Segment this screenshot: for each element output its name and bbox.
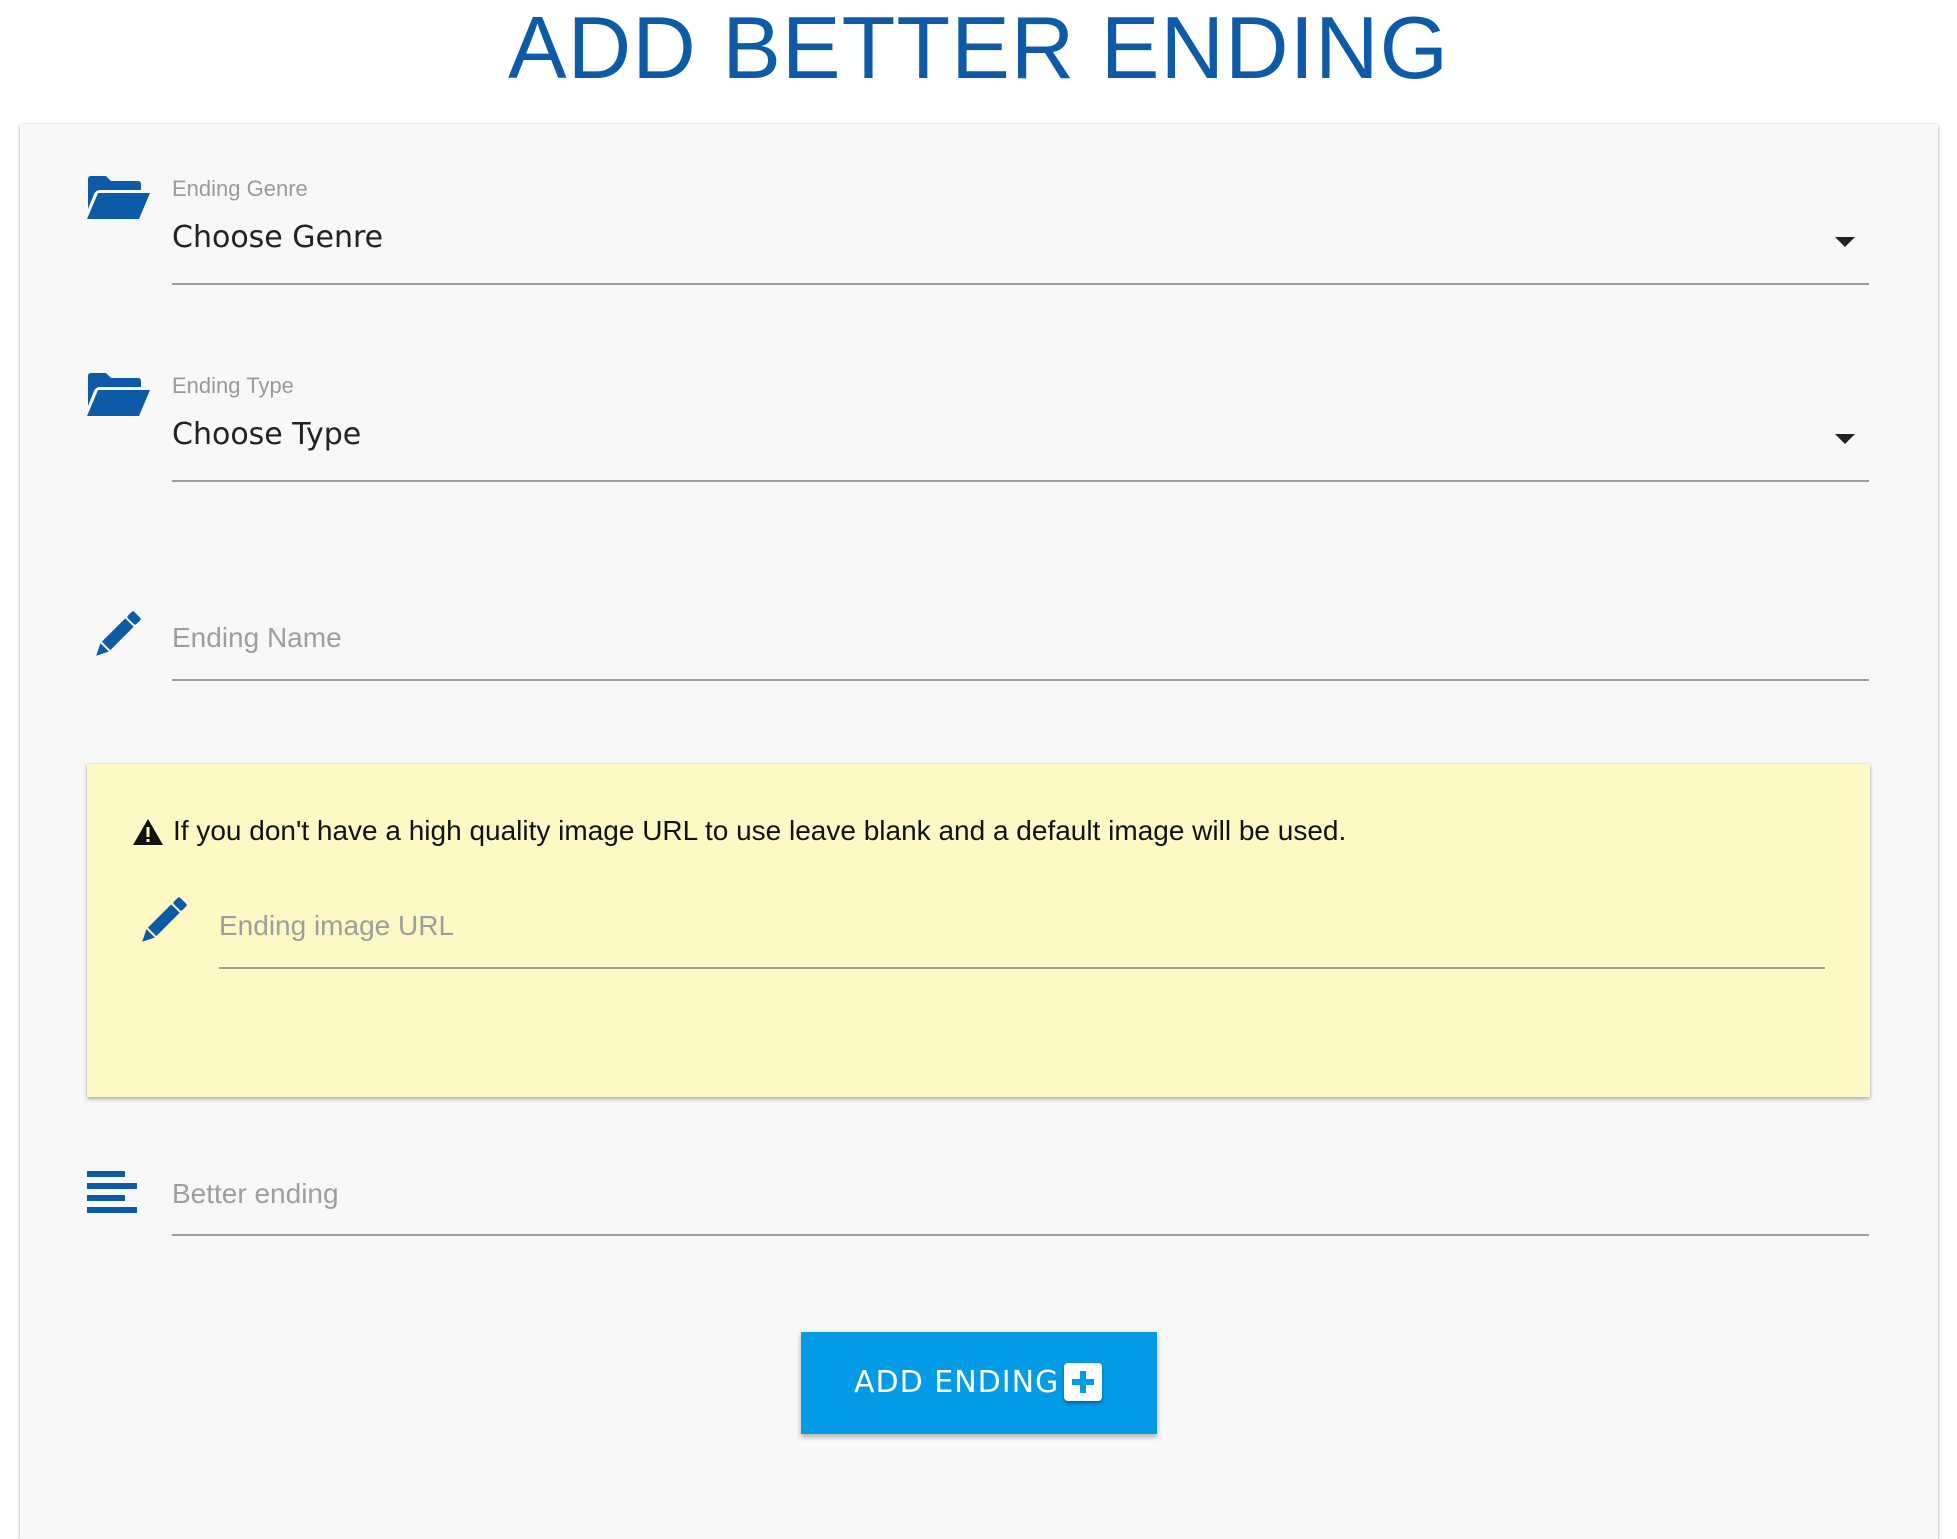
image-url-notice: If you don't have a high quality image U…	[87, 764, 1870, 1097]
folder-open-icon	[87, 373, 150, 416]
ending-name-input[interactable]: Ending Name	[172, 622, 342, 654]
add-ending-form-card: Ending Genre Choose Genre Ending Type Ch…	[20, 124, 1938, 1539]
type-underline	[172, 480, 1869, 482]
better-ending-underline	[172, 1234, 1869, 1236]
genre-dropdown-caret-icon[interactable]	[1835, 237, 1855, 247]
genre-selected-value[interactable]: Choose Genre	[172, 220, 383, 255]
folder-open-icon	[87, 176, 150, 219]
type-selected-value[interactable]: Choose Type	[172, 417, 361, 452]
genre-label: Ending Genre	[172, 176, 308, 201]
ending-name-underline	[172, 679, 1869, 681]
genre-underline	[172, 283, 1869, 285]
plus-square-icon	[1064, 1363, 1102, 1401]
page-title: ADD BETTER ENDING	[507, 0, 1450, 97]
better-ending-input[interactable]: Better ending	[172, 1178, 339, 1210]
type-dropdown-caret-icon[interactable]	[1835, 434, 1855, 444]
warning-icon	[133, 819, 163, 845]
image-url-underline	[219, 967, 1825, 969]
ending-image-url-input[interactable]: Ending image URL	[219, 910, 454, 942]
align-left-icon	[87, 1171, 137, 1213]
notice-message: If you don't have a high quality image U…	[173, 815, 1347, 846]
type-label: Ending Type	[172, 373, 294, 398]
add-ending-button-label: ADD ENDING	[854, 1365, 1060, 1400]
pencil-icon	[142, 897, 187, 942]
pencil-icon	[96, 611, 141, 656]
add-ending-button[interactable]: ADD ENDING	[801, 1332, 1157, 1434]
